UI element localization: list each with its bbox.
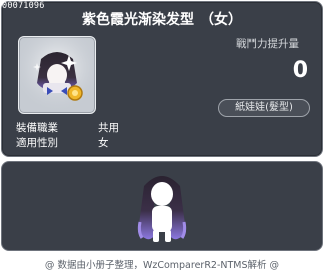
combat-power-label: 戰鬥力提升量 [236, 38, 299, 50]
category-badge: 紙娃娃(髮型) [218, 99, 310, 117]
item-title-row: 紫色霞光渐染发型 （女） [0, 9, 324, 29]
gender-tag: （女） [200, 12, 242, 28]
property-key: 適用性別 [16, 137, 58, 149]
item-title: 紫色霞光渐染发型 [82, 12, 194, 28]
property-row-gender: 適用性別 女 [16, 135, 109, 150]
property-value: 女 [98, 137, 109, 149]
item-icon-frame [18, 36, 96, 114]
combat-power-value: 0 [292, 58, 308, 83]
footer-credit: @ 数据由小册子整理，WzComparerR2-NTMS解析 @ [44, 260, 280, 271]
property-value: 共用 [98, 122, 119, 134]
hairstyle-icon [19, 37, 95, 113]
avatar-preview-panel [1, 161, 323, 251]
avatar-preview-figure [137, 176, 187, 242]
property-key: 裝備職業 [16, 122, 58, 134]
property-row-job: 裝備職業 共用 [16, 120, 119, 135]
